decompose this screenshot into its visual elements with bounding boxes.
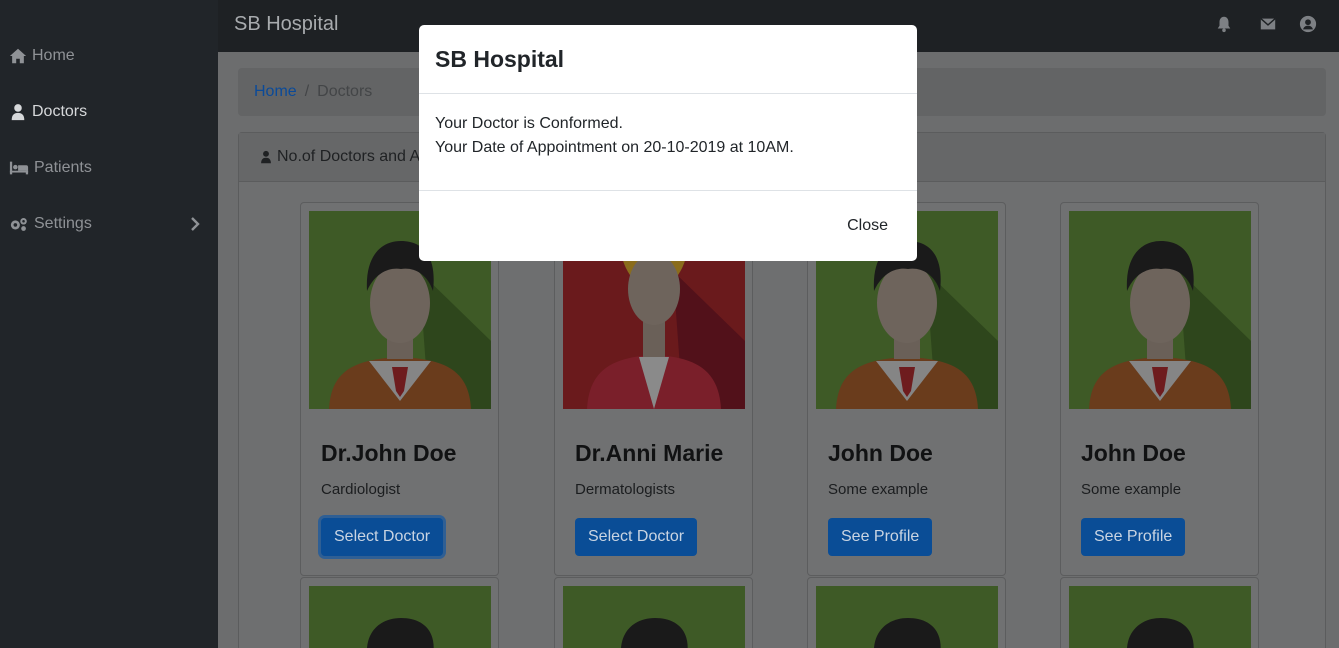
home-icon: [9, 47, 27, 65]
doctor-card: [300, 577, 499, 648]
envelope-icon[interactable]: [1259, 15, 1277, 33]
user-circle-icon[interactable]: [1299, 15, 1317, 33]
doctor-specialty: Some example: [1081, 481, 1182, 498]
doctor-avatar-image: [816, 586, 998, 648]
doctor-avatar-image: [1069, 211, 1251, 409]
sidebar-item-label: Patients: [34, 159, 92, 176]
chevron-right-icon[interactable]: [190, 216, 200, 232]
breadcrumb-home-link[interactable]: Home: [254, 83, 297, 101]
doctor-specialty: Cardiologist: [321, 481, 401, 498]
sidebar-item-patients[interactable]: Patients: [9, 156, 92, 180]
see-profile-button[interactable]: See Profile: [1081, 518, 1186, 556]
doctor-icon: [259, 150, 273, 164]
breadcrumb-separator: /: [304, 83, 310, 100]
gears-icon: [9, 215, 29, 233]
modal-footer: Close: [419, 191, 917, 261]
doctor-name: Dr.John Doe: [321, 440, 457, 466]
select-doctor-button[interactable]: Select Doctor: [321, 518, 444, 556]
sidebar: Home Doctors Patients Settings: [0, 0, 218, 648]
sidebar-item-settings[interactable]: Settings: [9, 212, 92, 236]
doctor-avatar-image: [563, 586, 745, 648]
doctor-name: Dr.Anni Marie: [575, 440, 724, 466]
bell-icon[interactable]: [1215, 15, 1233, 33]
modal-message-line: Your Date of Appointment on 20-10-2019 a…: [435, 139, 794, 156]
doctor-name: John Doe: [828, 440, 933, 466]
confirmation-modal: SB Hospital Your Doctor is Conformed. Yo…: [419, 25, 917, 261]
sidebar-item-home[interactable]: Home: [9, 44, 75, 68]
see-profile-button[interactable]: See Profile: [828, 518, 933, 556]
navbar-brand[interactable]: SB Hospital: [234, 13, 339, 36]
doctor-card: John Doe Some example See Profile: [1060, 202, 1259, 576]
doctor-card: [807, 577, 1006, 648]
doctor-specialty: Dermatologists: [575, 481, 676, 498]
doctors-card-title: No.of Doctors and A: [277, 148, 421, 165]
doctor-card: [554, 577, 753, 648]
modal-title: SB Hospital: [435, 45, 565, 72]
modal-message-line: Your Doctor is Conformed.: [435, 115, 623, 132]
sidebar-item-label: Doctors: [32, 103, 88, 120]
modal-header: SB Hospital: [419, 25, 917, 94]
sidebar-item-label: Settings: [34, 215, 92, 232]
doctor-name: John Doe: [1081, 440, 1186, 466]
modal-body: Your Doctor is Conformed. Your Date of A…: [419, 94, 917, 191]
doctor-icon: [9, 103, 27, 121]
select-doctor-button[interactable]: Select Doctor: [575, 518, 698, 556]
close-button[interactable]: Close: [847, 217, 888, 235]
doctor-avatar-image: [1069, 586, 1251, 648]
sidebar-item-doctors[interactable]: Doctors: [9, 100, 87, 124]
sidebar-item-label: Home: [32, 47, 75, 64]
doctor-avatar-image: [309, 586, 491, 648]
doctor-card: [1060, 577, 1259, 648]
breadcrumb-current: Doctors: [317, 83, 373, 100]
bed-icon: [9, 159, 29, 177]
doctor-specialty: Some example: [828, 481, 929, 498]
